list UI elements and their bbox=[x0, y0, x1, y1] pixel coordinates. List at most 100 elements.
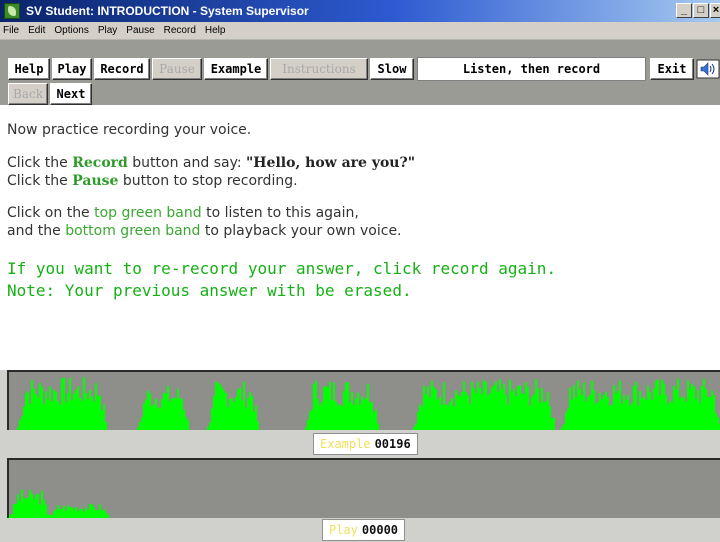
waveform-bar bbox=[143, 403, 145, 430]
waveform-bar bbox=[651, 399, 653, 430]
waveform-bar bbox=[583, 382, 585, 430]
waveform-bar bbox=[543, 402, 545, 430]
waveform-bar bbox=[475, 393, 477, 430]
waveform-bar bbox=[685, 401, 687, 430]
waveform-bar bbox=[491, 387, 493, 430]
menu-pause[interactable]: Pause bbox=[126, 25, 154, 36]
waveform-bar bbox=[23, 498, 25, 518]
waveform-bar bbox=[165, 393, 167, 430]
waveform-bar bbox=[467, 395, 469, 430]
waveform-bar bbox=[483, 379, 485, 430]
waveform-bar bbox=[675, 389, 677, 430]
example-counter-strip: Example 00196 bbox=[7, 430, 720, 458]
waveform-bar bbox=[461, 391, 463, 430]
menu-file[interactable]: File bbox=[3, 25, 19, 36]
record-keyword: Record bbox=[72, 155, 128, 171]
waveform-bar bbox=[87, 510, 89, 518]
waveform-bar bbox=[637, 405, 639, 430]
waveform-bar bbox=[619, 380, 621, 430]
menu-edit[interactable]: Edit bbox=[28, 25, 45, 36]
waveform-bar bbox=[323, 386, 325, 430]
top-band-link[interactable]: top green band bbox=[94, 205, 202, 221]
waveform-bar bbox=[49, 386, 51, 430]
waveform-bar bbox=[155, 398, 157, 430]
pause-keyword: Pause bbox=[72, 173, 119, 189]
waveform-bar bbox=[527, 386, 529, 430]
waveform-bar bbox=[439, 396, 441, 430]
example-button[interactable]: Example bbox=[204, 58, 268, 80]
waveform-bar bbox=[511, 391, 513, 430]
waveform-bar bbox=[71, 400, 73, 430]
waveform-bar bbox=[345, 382, 347, 430]
waveform-bar bbox=[551, 418, 553, 430]
instructions-button[interactable]: Instructions bbox=[270, 58, 368, 80]
waveform-bar bbox=[627, 395, 629, 430]
waveform-bar bbox=[83, 511, 85, 518]
text-segment: and the bbox=[7, 223, 66, 239]
instruction-top-band: Click on the top green band to listen to… bbox=[7, 205, 359, 221]
exit-button[interactable]: Exit bbox=[650, 58, 694, 80]
waveform-bar bbox=[209, 422, 211, 430]
waveform-bar bbox=[601, 399, 603, 430]
record-button[interactable]: Record bbox=[94, 58, 150, 80]
waveform-bar bbox=[599, 392, 601, 430]
waveform-bar bbox=[223, 390, 225, 430]
pause-button[interactable]: Pause bbox=[152, 58, 202, 80]
waveform-bar bbox=[211, 408, 213, 430]
example-waveform-band[interactable] bbox=[7, 370, 720, 430]
waveform-bar bbox=[13, 504, 15, 518]
waveform-bar bbox=[139, 421, 141, 430]
waveform-bar bbox=[157, 407, 159, 430]
waveform-bar bbox=[553, 417, 555, 430]
minimize-button[interactable]: _ bbox=[676, 3, 692, 18]
waveform-bar bbox=[361, 396, 363, 430]
waveform-bar bbox=[615, 393, 617, 430]
waveform-bar bbox=[35, 393, 37, 430]
waveform-bar bbox=[91, 504, 93, 518]
help-button[interactable]: Help bbox=[8, 58, 50, 80]
menu-help[interactable]: Help bbox=[205, 25, 226, 36]
slow-button[interactable]: Slow bbox=[370, 58, 414, 80]
waveform-bar bbox=[245, 407, 247, 430]
recording-waveform-band[interactable] bbox=[7, 458, 720, 518]
waveform-bar bbox=[329, 381, 331, 430]
waveform-bar bbox=[505, 394, 507, 430]
waveform-bar bbox=[51, 401, 53, 430]
waveform-bar bbox=[81, 400, 83, 430]
waveform-bar bbox=[251, 395, 253, 430]
next-button[interactable]: Next bbox=[50, 83, 92, 105]
waveform-bar bbox=[363, 399, 365, 430]
play-button[interactable]: Play bbox=[52, 58, 92, 80]
waveform-bar bbox=[595, 404, 597, 430]
close-button[interactable]: × bbox=[710, 3, 720, 18]
back-button[interactable]: Back bbox=[8, 83, 48, 105]
waveform-bar bbox=[39, 383, 41, 430]
waveform-bar bbox=[703, 378, 705, 430]
speaker-icon[interactable] bbox=[696, 59, 720, 79]
menu-play[interactable]: Play bbox=[98, 25, 117, 36]
waveform-bar bbox=[715, 413, 717, 430]
waveform-bar bbox=[509, 379, 511, 430]
waveform-bar bbox=[711, 390, 713, 430]
maximize-button[interactable]: □ bbox=[693, 3, 709, 18]
waveform-bar bbox=[659, 395, 661, 430]
waveform-bar bbox=[85, 392, 87, 430]
waveform-bar bbox=[185, 416, 187, 430]
waveform-bar bbox=[647, 385, 649, 430]
waveform-bar bbox=[61, 508, 63, 518]
waveform-bar bbox=[367, 383, 369, 430]
waveform-bar bbox=[605, 391, 607, 430]
waveform-bar bbox=[373, 412, 375, 430]
waveform-bar bbox=[77, 511, 79, 518]
waveform-bar bbox=[691, 383, 693, 430]
note-text: Note: Your previous answer with be erase… bbox=[7, 281, 412, 300]
waveform-bar bbox=[73, 509, 75, 518]
bottom-band-link[interactable]: bottom green band bbox=[65, 223, 200, 239]
waveform-bar bbox=[103, 404, 105, 430]
menu-options[interactable]: Options bbox=[54, 25, 88, 36]
waveform-bar bbox=[319, 405, 321, 430]
menu-record[interactable]: Record bbox=[164, 25, 196, 36]
waveform-bar bbox=[641, 398, 643, 430]
waveform-bar bbox=[57, 505, 59, 518]
play-counter-value: 00000 bbox=[361, 523, 399, 537]
